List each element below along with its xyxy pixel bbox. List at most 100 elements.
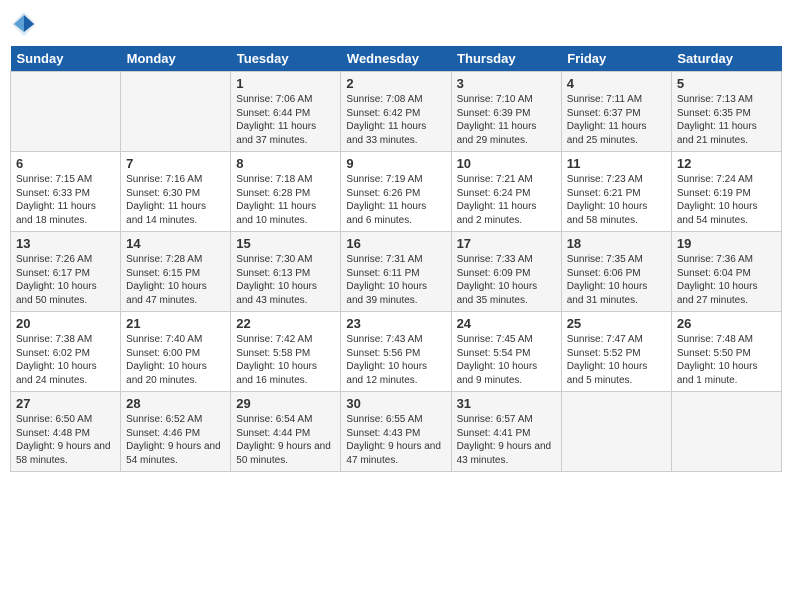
calendar-cell: 28 Sunrise: 6:52 AM Sunset: 4:46 PM Dayli… xyxy=(121,392,231,472)
day-info: Sunrise: 7:30 AM Sunset: 6:13 PM Dayligh… xyxy=(236,253,335,307)
day-number: 27 xyxy=(16,396,115,411)
day-info: Sunrise: 7:13 AM Sunset: 6:35 PM Dayligh… xyxy=(677,93,776,147)
day-number: 2 xyxy=(346,76,445,91)
day-info: Sunrise: 7:19 AM Sunset: 6:26 PM Dayligh… xyxy=(346,173,445,227)
calendar-cell: 29 Sunrise: 6:54 AM Sunset: 4:44 PM Dayli… xyxy=(231,392,341,472)
day-info: Sunrise: 7:24 AM Sunset: 6:19 PM Dayligh… xyxy=(677,173,776,227)
day-number: 3 xyxy=(457,76,556,91)
calendar-cell: 21 Sunrise: 7:40 AM Sunset: 6:00 PM Dayli… xyxy=(121,312,231,392)
calendar-cell: 12Sunrise: 7:24 AM Sunset: 6:19 PM Dayli… xyxy=(671,152,781,232)
day-number: 10 xyxy=(457,156,556,171)
weekday-header-wednesday: Wednesday xyxy=(341,46,451,72)
day-number: 9 xyxy=(346,156,445,171)
day-info: Sunrise: 7:48 AM Sunset: 5:50 PM Dayligh… xyxy=(677,333,776,387)
day-number: 6 xyxy=(16,156,115,171)
logo-icon xyxy=(10,10,38,38)
day-number: 7 xyxy=(126,156,225,171)
logo xyxy=(10,10,42,38)
calendar-cell: 15 Sunrise: 7:30 AM Sunset: 6:13 PM Dayli… xyxy=(231,232,341,312)
weekday-header-saturday: Saturday xyxy=(671,46,781,72)
day-info: Sunrise: 7:36 AM Sunset: 6:04 PM Dayligh… xyxy=(677,253,776,307)
calendar-cell: 9 Sunrise: 7:19 AM Sunset: 6:26 PM Daylig… xyxy=(341,152,451,232)
calendar-cell xyxy=(561,392,671,472)
day-number: 26 xyxy=(677,316,776,331)
day-info: Sunrise: 7:18 AM Sunset: 6:28 PM Dayligh… xyxy=(236,173,335,227)
day-info: Sunrise: 7:47 AM Sunset: 5:52 PM Dayligh… xyxy=(567,333,666,387)
day-number: 28 xyxy=(126,396,225,411)
day-info: Sunrise: 7:10 AM Sunset: 6:39 PM Dayligh… xyxy=(457,93,556,147)
calendar-cell: 8 Sunrise: 7:18 AM Sunset: 6:28 PM Daylig… xyxy=(231,152,341,232)
day-number: 16 xyxy=(346,236,445,251)
day-info: Sunrise: 7:45 AM Sunset: 5:54 PM Dayligh… xyxy=(457,333,556,387)
day-number: 30 xyxy=(346,396,445,411)
calendar-cell: 27Sunrise: 6:50 AM Sunset: 4:48 PM Dayli… xyxy=(11,392,121,472)
calendar-cell: 18 Sunrise: 7:35 AM Sunset: 6:06 PM Dayli… xyxy=(561,232,671,312)
calendar-cell: 5 Sunrise: 7:13 AM Sunset: 6:35 PM Daylig… xyxy=(671,72,781,152)
calendar-week-5: 27Sunrise: 6:50 AM Sunset: 4:48 PM Dayli… xyxy=(11,392,782,472)
calendar-cell: 20 Sunrise: 7:38 AM Sunset: 6:02 PM Dayli… xyxy=(11,312,121,392)
calendar-cell: 30 Sunrise: 6:55 AM Sunset: 4:43 PM Dayli… xyxy=(341,392,451,472)
calendar-cell: 7 Sunrise: 7:16 AM Sunset: 6:30 PM Daylig… xyxy=(121,152,231,232)
day-info: Sunrise: 7:31 AM Sunset: 6:11 PM Dayligh… xyxy=(346,253,445,307)
day-number: 15 xyxy=(236,236,335,251)
calendar-cell: 31Sunrise: 6:57 AM Sunset: 4:41 PM Dayli… xyxy=(451,392,561,472)
day-number: 1 xyxy=(236,76,335,91)
day-number: 5 xyxy=(677,76,776,91)
weekday-header-row: SundayMondayTuesdayWednesdayThursdayFrid… xyxy=(11,46,782,72)
day-number: 20 xyxy=(16,316,115,331)
calendar-cell: 1 Sunrise: 7:06 AM Sunset: 6:44 PM Daylig… xyxy=(231,72,341,152)
day-info: Sunrise: 7:16 AM Sunset: 6:30 PM Dayligh… xyxy=(126,173,225,227)
calendar-cell xyxy=(671,392,781,472)
calendar-cell: 2 Sunrise: 7:08 AM Sunset: 6:42 PM Daylig… xyxy=(341,72,451,152)
day-number: 31 xyxy=(457,396,556,411)
calendar-cell: 13Sunrise: 7:26 AM Sunset: 6:17 PM Dayli… xyxy=(11,232,121,312)
day-info: Sunrise: 7:33 AM Sunset: 6:09 PM Dayligh… xyxy=(457,253,556,307)
day-info: Sunrise: 6:55 AM Sunset: 4:43 PM Dayligh… xyxy=(346,413,445,467)
day-number: 11 xyxy=(567,156,666,171)
calendar-week-1: 1 Sunrise: 7:06 AM Sunset: 6:44 PM Daylig… xyxy=(11,72,782,152)
calendar-cell: 23 Sunrise: 7:43 AM Sunset: 5:56 PM Dayli… xyxy=(341,312,451,392)
day-info: Sunrise: 7:43 AM Sunset: 5:56 PM Dayligh… xyxy=(346,333,445,387)
day-number: 17 xyxy=(457,236,556,251)
day-number: 29 xyxy=(236,396,335,411)
day-number: 22 xyxy=(236,316,335,331)
day-number: 4 xyxy=(567,76,666,91)
calendar-table: SundayMondayTuesdayWednesdayThursdayFrid… xyxy=(10,46,782,472)
calendar-week-3: 13Sunrise: 7:26 AM Sunset: 6:17 PM Dayli… xyxy=(11,232,782,312)
day-info: Sunrise: 6:54 AM Sunset: 4:44 PM Dayligh… xyxy=(236,413,335,467)
calendar-cell: 14Sunrise: 7:28 AM Sunset: 6:15 PM Dayli… xyxy=(121,232,231,312)
day-info: Sunrise: 7:38 AM Sunset: 6:02 PM Dayligh… xyxy=(16,333,115,387)
weekday-header-thursday: Thursday xyxy=(451,46,561,72)
day-number: 25 xyxy=(567,316,666,331)
day-number: 18 xyxy=(567,236,666,251)
day-number: 23 xyxy=(346,316,445,331)
day-number: 8 xyxy=(236,156,335,171)
calendar-week-4: 20 Sunrise: 7:38 AM Sunset: 6:02 PM Dayli… xyxy=(11,312,782,392)
day-info: Sunrise: 7:23 AM Sunset: 6:21 PM Dayligh… xyxy=(567,173,666,227)
calendar-cell: 3 Sunrise: 7:10 AM Sunset: 6:39 PM Daylig… xyxy=(451,72,561,152)
weekday-header-sunday: Sunday xyxy=(11,46,121,72)
day-number: 21 xyxy=(126,316,225,331)
day-info: Sunrise: 7:11 AM Sunset: 6:37 PM Dayligh… xyxy=(567,93,666,147)
day-info: Sunrise: 7:40 AM Sunset: 6:00 PM Dayligh… xyxy=(126,333,225,387)
calendar-cell: 22Sunrise: 7:42 AM Sunset: 5:58 PM Dayli… xyxy=(231,312,341,392)
day-info: Sunrise: 6:52 AM Sunset: 4:46 PM Dayligh… xyxy=(126,413,225,467)
day-info: Sunrise: 7:06 AM Sunset: 6:44 PM Dayligh… xyxy=(236,93,335,147)
calendar-cell: 26 Sunrise: 7:48 AM Sunset: 5:50 PM Dayli… xyxy=(671,312,781,392)
calendar-cell: 11 Sunrise: 7:23 AM Sunset: 6:21 PM Dayli… xyxy=(561,152,671,232)
calendar-week-2: 6Sunrise: 7:15 AM Sunset: 6:33 PM Daylig… xyxy=(11,152,782,232)
day-number: 14 xyxy=(126,236,225,251)
weekday-header-friday: Friday xyxy=(561,46,671,72)
calendar-cell: 10 Sunrise: 7:21 AM Sunset: 6:24 PM Dayli… xyxy=(451,152,561,232)
day-info: Sunrise: 7:26 AM Sunset: 6:17 PM Dayligh… xyxy=(16,253,115,307)
day-info: Sunrise: 7:08 AM Sunset: 6:42 PM Dayligh… xyxy=(346,93,445,147)
calendar-cell xyxy=(121,72,231,152)
calendar-cell: 17 Sunrise: 7:33 AM Sunset: 6:09 PM Dayli… xyxy=(451,232,561,312)
day-info: Sunrise: 7:21 AM Sunset: 6:24 PM Dayligh… xyxy=(457,173,556,227)
day-info: Sunrise: 7:35 AM Sunset: 6:06 PM Dayligh… xyxy=(567,253,666,307)
calendar-cell: 16 Sunrise: 7:31 AM Sunset: 6:11 PM Dayli… xyxy=(341,232,451,312)
calendar-cell xyxy=(11,72,121,152)
page-header xyxy=(10,10,782,38)
calendar-cell: 24Sunrise: 7:45 AM Sunset: 5:54 PM Dayli… xyxy=(451,312,561,392)
calendar-cell: 19Sunrise: 7:36 AM Sunset: 6:04 PM Dayli… xyxy=(671,232,781,312)
